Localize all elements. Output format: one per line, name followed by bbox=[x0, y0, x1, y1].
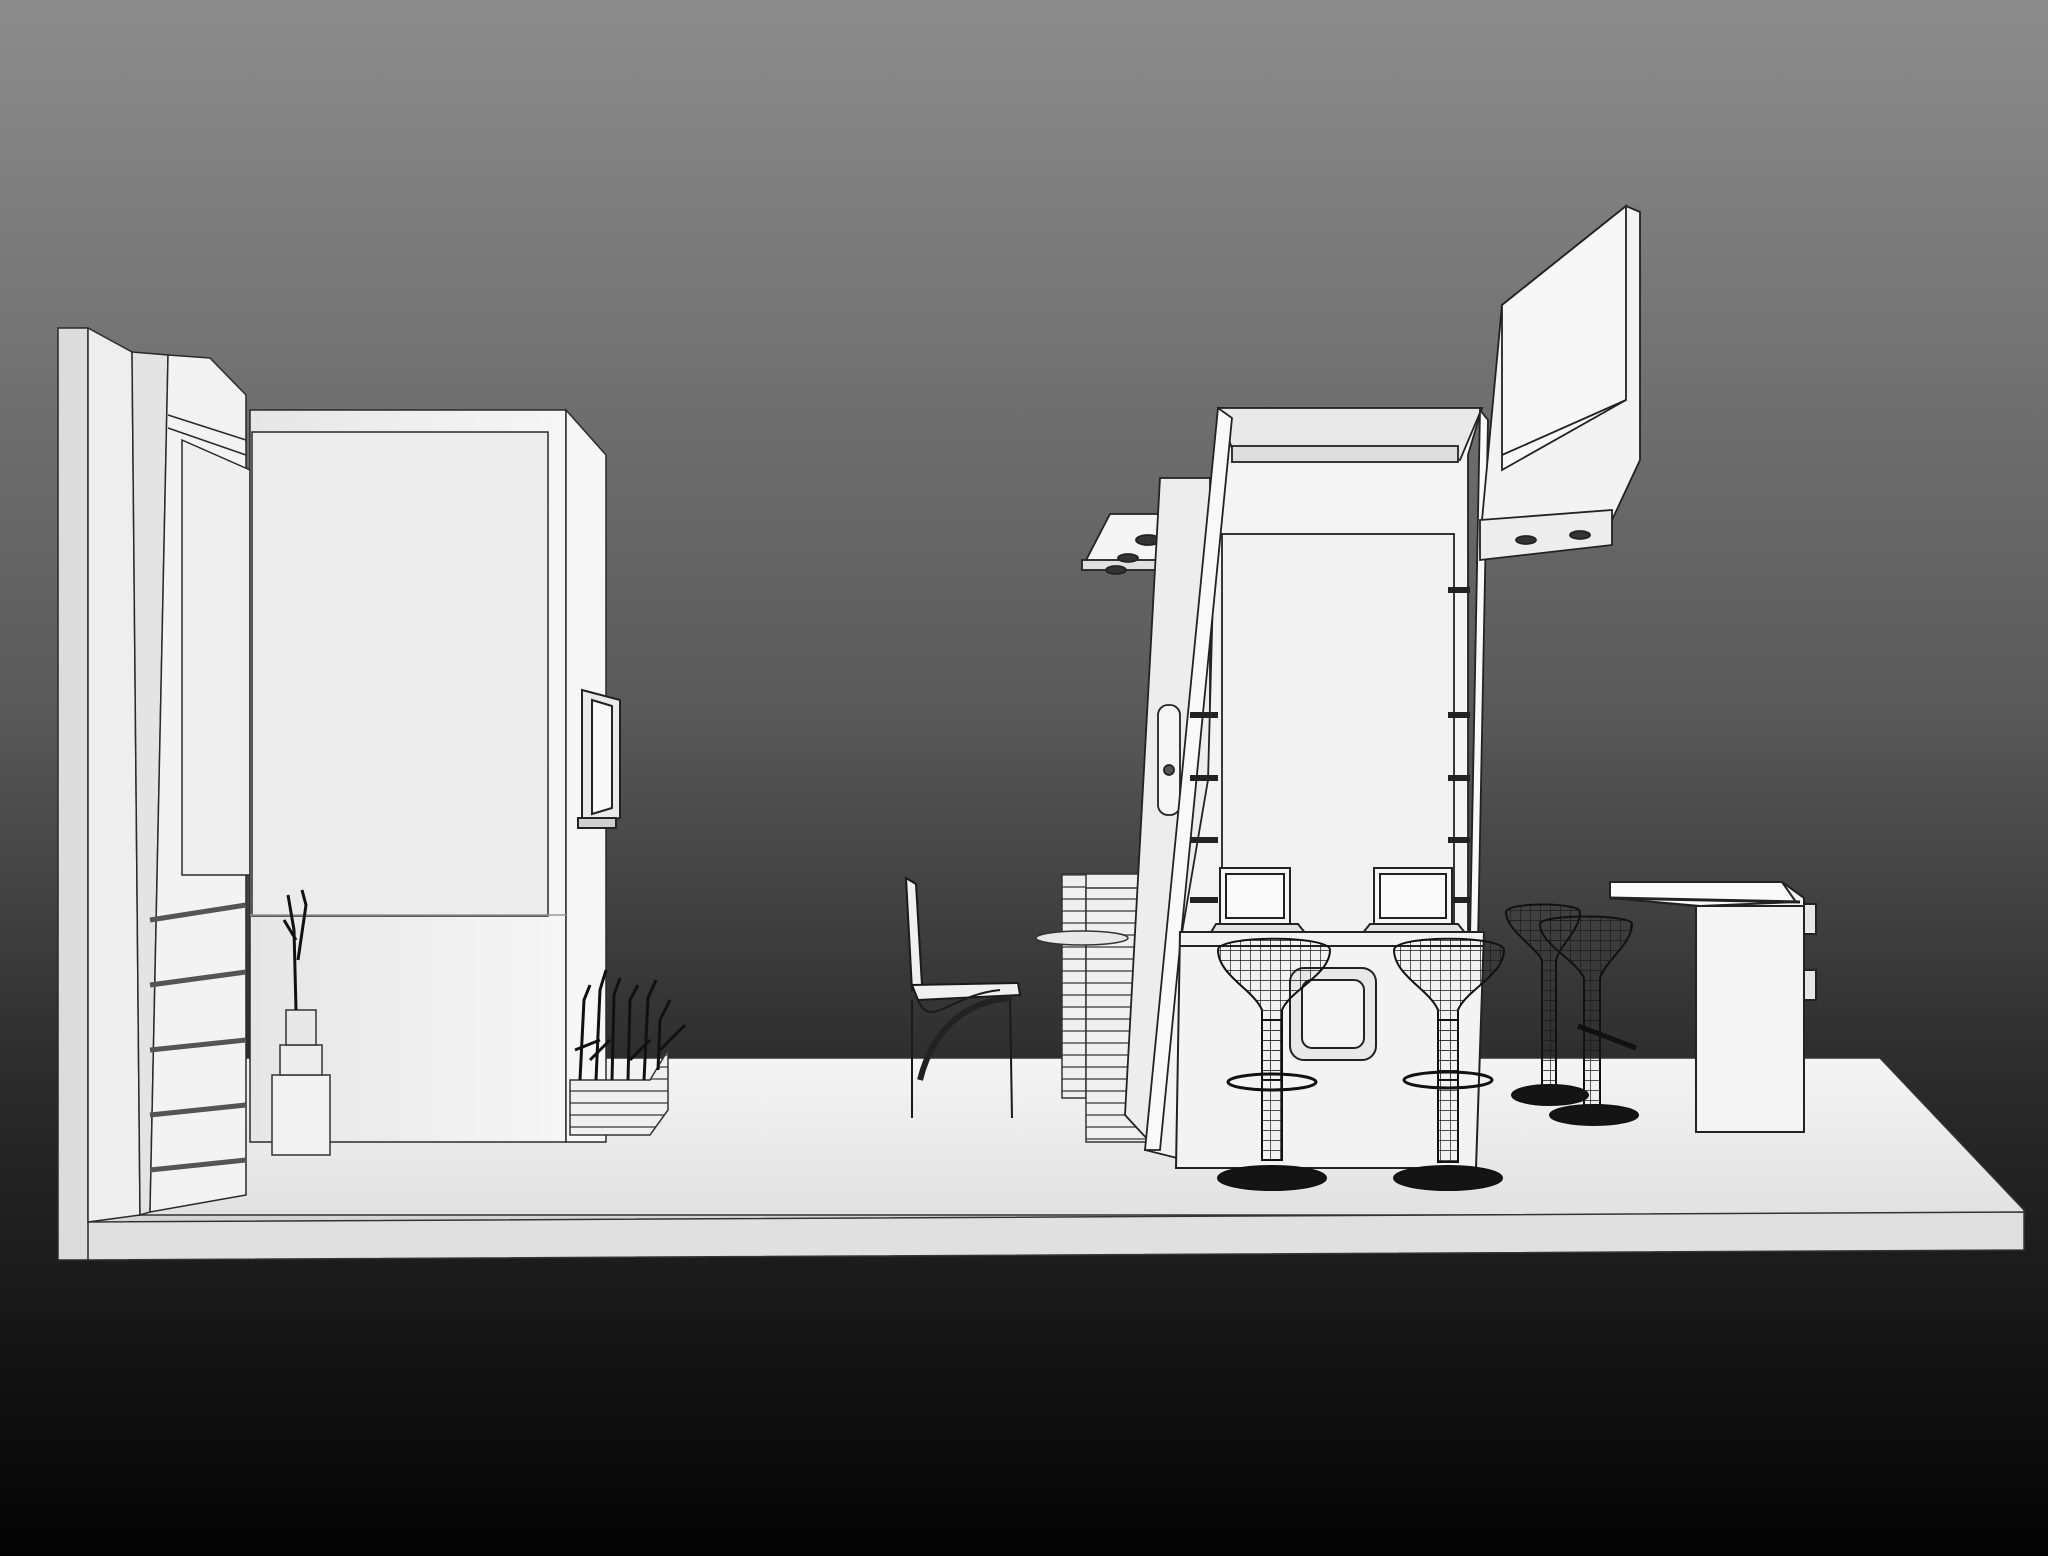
booth-render bbox=[0, 0, 2048, 1556]
wall-tv bbox=[577, 688, 621, 829]
left-wall bbox=[57, 326, 251, 1261]
